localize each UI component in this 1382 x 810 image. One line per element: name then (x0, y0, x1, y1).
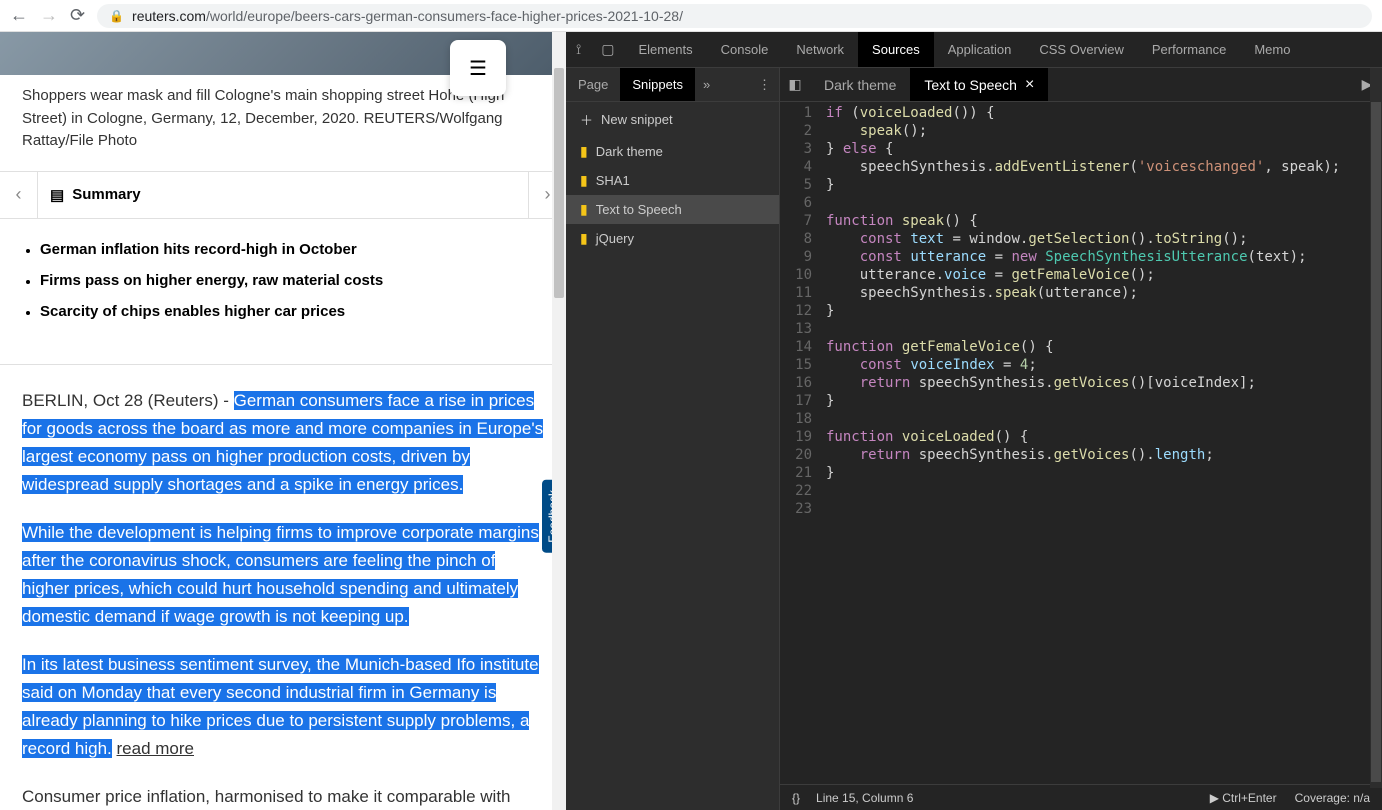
forward-button[interactable]: → (40, 5, 58, 26)
editor-tabs: ◧ Dark themeText to Speech× ▶ (780, 68, 1382, 102)
snippet-icon: ▮ (580, 230, 588, 247)
page-scrollbar[interactable] (552, 32, 566, 810)
code-content[interactable]: if (voiceLoaded()) { speak();} else { sp… (820, 104, 1382, 784)
devtools-tab-elements[interactable]: Elements (624, 32, 706, 67)
paragraph-3: In its latest business sentiment survey,… (22, 651, 544, 763)
paragraph-1: BERLIN, Oct 28 (Reuters) - German consum… (22, 387, 544, 499)
new-snippet-button[interactable]: ＋ New snippet (566, 102, 779, 137)
editor-tab[interactable]: Dark theme (810, 68, 910, 101)
snippet-item[interactable]: ▮Text to Speech (566, 195, 779, 224)
summary-prev[interactable]: ‹ (0, 172, 38, 218)
summary-icon: ▤ (50, 186, 64, 204)
kebab-icon[interactable]: ⋮ (750, 77, 779, 93)
menu-button[interactable]: ☰ (450, 40, 506, 96)
devtools-scrollbar[interactable] (1370, 68, 1382, 788)
devtools-tab-network[interactable]: Network (782, 32, 858, 67)
source-subtabs: Page Snippets » ⋮ (566, 68, 779, 102)
device-icon[interactable]: ▢ (591, 41, 624, 58)
devtools-tabs: ⟟ ▢ ElementsConsoleNetworkSourcesApplica… (566, 32, 1382, 68)
snippet-item[interactable]: ▮Dark theme (566, 137, 779, 166)
devtools-tab-performance[interactable]: Performance (1138, 32, 1240, 67)
close-icon[interactable]: × (1025, 76, 1034, 94)
tab-page[interactable]: Page (566, 68, 620, 101)
line-gutter: 1234567891011121314151617181920212223 (780, 104, 820, 784)
summary-bar: ‹ ▤ Summary › (0, 171, 566, 219)
back-button[interactable]: ← (10, 5, 28, 26)
article-pane: ☰ Shoppers wear mask and fill Cologne's … (0, 32, 566, 810)
summary-bullet: Firms pass on higher energy, raw materia… (40, 272, 544, 289)
cursor-position: Line 15, Column 6 (816, 791, 913, 805)
snippet-item[interactable]: ▮jQuery (566, 224, 779, 253)
paragraph-2: While the development is helping firms t… (22, 519, 544, 631)
divider (0, 364, 566, 365)
reload-button[interactable]: ⟳ (70, 5, 85, 26)
editor-tab[interactable]: Text to Speech× (910, 68, 1048, 101)
devtools-tab-memo[interactable]: Memo (1240, 32, 1304, 67)
summary-bullet: Scarcity of chips enables higher car pri… (40, 303, 544, 320)
summary-bullet: German inflation hits record-high in Oct… (40, 241, 544, 258)
devtools-tab-sources[interactable]: Sources (858, 32, 934, 67)
coverage-status: Coverage: n/a (1295, 791, 1370, 805)
devtools-tab-css-overview[interactable]: CSS Overview (1025, 32, 1138, 67)
summary-list: German inflation hits record-high in Oct… (22, 219, 544, 352)
read-more-link[interactable]: read more (117, 739, 194, 758)
snippet-item[interactable]: ▮SHA1 (566, 166, 779, 195)
devtools-scrollbar-thumb[interactable] (1371, 102, 1381, 782)
editor-status-bar: {} Line 15, Column 6 ▶ Ctrl+Enter Covera… (780, 784, 1382, 810)
snippet-list: ▮Dark theme▮SHA1▮Text to Speech▮jQuery (566, 137, 779, 253)
paragraph-4: Consumer price inflation, harmonised to … (22, 783, 544, 810)
scrollbar-thumb[interactable] (554, 68, 564, 298)
code-editor[interactable]: 1234567891011121314151617181920212223 if… (780, 102, 1382, 784)
browser-toolbar: ← → ⟳ 🔒 reuters.com/world/europe/beers-c… (0, 0, 1382, 32)
url-text: reuters.com/world/europe/beers-cars-germ… (132, 8, 683, 24)
editor-area: ◧ Dark themeText to Speech× ▶ 1234567891… (780, 68, 1382, 810)
run-shortcut[interactable]: ▶ Ctrl+Enter (1210, 791, 1277, 805)
lock-icon: 🔒 (109, 9, 124, 23)
nav-toggle-icon[interactable]: ◧ (780, 76, 810, 93)
address-bar[interactable]: 🔒 reuters.com/world/europe/beers-cars-ge… (97, 4, 1372, 28)
brackets-icon[interactable]: {} (792, 791, 800, 805)
devtools-tab-application[interactable]: Application (934, 32, 1026, 67)
inspect-icon[interactable]: ⟟ (566, 41, 591, 58)
devtools-panel: ⟟ ▢ ElementsConsoleNetworkSourcesApplica… (566, 32, 1382, 810)
more-tabs-icon[interactable]: » (695, 77, 718, 92)
snippet-icon: ▮ (580, 143, 588, 160)
tab-snippets[interactable]: Snippets (620, 68, 695, 101)
summary-title: ▤ Summary (38, 186, 141, 204)
snippets-sidebar: Page Snippets » ⋮ ＋ New snippet ▮Dark th… (566, 68, 780, 810)
article-body: BERLIN, Oct 28 (Reuters) - German consum… (22, 387, 544, 810)
snippet-icon: ▮ (580, 172, 588, 189)
plus-icon: ＋ (580, 110, 593, 129)
snippet-icon: ▮ (580, 201, 588, 218)
devtools-tab-console[interactable]: Console (707, 32, 783, 67)
